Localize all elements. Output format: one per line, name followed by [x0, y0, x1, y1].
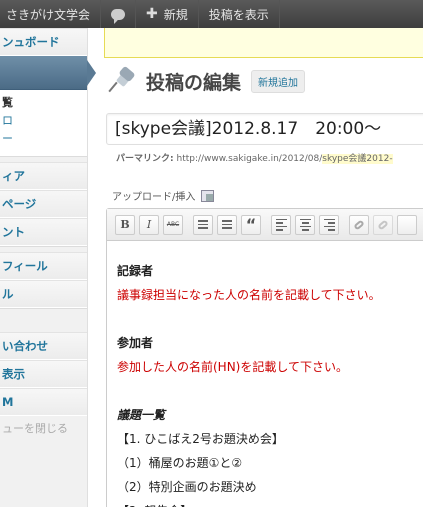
- unlink-icon: [377, 218, 389, 231]
- bullet-list-button[interactable]: [193, 214, 213, 235]
- plus-icon: ✚: [146, 6, 158, 22]
- italic-button[interactable]: I: [139, 214, 159, 235]
- permalink-slug[interactable]: skype会議2012-: [322, 154, 393, 164]
- recorder-instruction: 議事録担当になった人の名前を記載して下さい。: [117, 288, 381, 302]
- page-heading: 投稿の編集 新規追加: [108, 65, 306, 96]
- permalink-url[interactable]: http://www.sakigake.in/2012/08/: [176, 154, 322, 164]
- more-button[interactable]: [397, 214, 417, 235]
- post-editor: B I ABC “ 記録者 議事録担当になった人の名前を記載して下さい。 参加者…: [106, 208, 423, 507]
- agenda-item-1: 【1. ひこばえ2号お題決め会】: [117, 432, 284, 446]
- add-media-icon[interactable]: [201, 189, 215, 202]
- align-center-button[interactable]: [295, 214, 315, 235]
- sidebar-item-comments[interactable]: ント: [0, 218, 87, 246]
- numbered-list-icon: [222, 220, 232, 229]
- align-left-icon: [275, 218, 287, 231]
- sidebar-item-posts[interactable]: [0, 56, 96, 90]
- unlink-button[interactable]: [373, 214, 393, 235]
- blockquote-button[interactable]: “: [241, 214, 261, 235]
- numbered-list-button[interactable]: [217, 214, 237, 235]
- view-post-label: 投稿を表示: [208, 7, 269, 22]
- strikethrough-button[interactable]: ABC: [163, 214, 183, 235]
- upload-insert-label: アップロード/挿入: [112, 192, 196, 203]
- posts-submenu: 覧 ロ ー: [0, 90, 87, 156]
- link-icon: [353, 218, 365, 231]
- sidebar-item-dashboard[interactable]: ンュボード: [0, 28, 87, 56]
- agenda-subitem-2: （2）特別企画のお題決め: [117, 480, 257, 494]
- submenu-item-all-posts[interactable]: 覧: [0, 94, 87, 112]
- notice-banner: [104, 28, 423, 58]
- agenda-subitem-1: （1）桶屋のお題①と②: [117, 456, 243, 470]
- align-right-icon: [323, 218, 335, 231]
- comment-bubble-icon: [111, 8, 126, 24]
- upload-insert-row: アップロード/挿入: [112, 188, 215, 203]
- participants-instruction: 参加した人の名前(HN)を記載して下さい。: [117, 360, 349, 374]
- view-post-button[interactable]: 投稿を表示: [199, 0, 280, 28]
- comments-button[interactable]: [101, 0, 137, 28]
- sidebar-item-contact[interactable]: い合わせ: [0, 332, 87, 360]
- sidebar-item-m[interactable]: M: [0, 388, 87, 416]
- sidebar-item-pages[interactable]: ページ: [0, 190, 87, 218]
- menu-separator: [0, 308, 87, 332]
- sidebar-item-profile[interactable]: フィール: [0, 252, 87, 280]
- collapse-menu-button[interactable]: ューを閉じる: [0, 416, 87, 442]
- bullet-list-icon: [198, 220, 208, 229]
- recorder-heading: 記録者: [117, 264, 154, 278]
- site-name-link[interactable]: さきがけ文学会: [0, 0, 102, 28]
- post-title-input[interactable]: [skype会議]2012.8.17 20:00〜: [106, 113, 423, 145]
- agenda-heading: 議題一覧: [117, 408, 166, 422]
- bold-button[interactable]: B: [115, 214, 135, 235]
- submenu-item-1[interactable]: ロ: [0, 112, 87, 130]
- add-new-button[interactable]: 新規追加: [251, 69, 306, 93]
- permalink-label: パーマリンク:: [116, 154, 174, 164]
- align-right-button[interactable]: [319, 214, 339, 235]
- editor-toolbar: B I ABC “: [107, 209, 423, 241]
- page-title: 投稿の編集: [146, 71, 242, 94]
- permalink: パーマリンク: http://www.sakigake.in/2012/08/s…: [116, 151, 393, 164]
- agenda-item-2: 【2. 報告会】: [117, 499, 423, 507]
- editor-content[interactable]: 記録者 議事録担当になった人の名前を記載して下さい。 参加者 参加した人の名前(…: [107, 241, 423, 507]
- pushpin-icon: [108, 65, 138, 96]
- participants-heading: 参加者: [117, 336, 154, 350]
- submenu-item-2[interactable]: ー: [0, 130, 87, 148]
- new-label: 新規: [163, 7, 188, 22]
- sidebar-item-display[interactable]: 表示: [0, 360, 87, 388]
- sidebar-item-media[interactable]: ィア: [0, 162, 87, 190]
- sidebar-item-tools[interactable]: ル: [0, 280, 87, 308]
- site-name: さきがけ文学会: [6, 7, 91, 22]
- new-content-button[interactable]: ✚ 新規: [136, 0, 199, 28]
- align-left-button[interactable]: [271, 214, 291, 235]
- admin-bar: さきがけ文学会 ✚ 新規 投稿を表示: [0, 0, 423, 28]
- insert-link-button[interactable]: [349, 214, 369, 235]
- admin-sidebar: ンュボード 覧 ロ ー ィア ページ ント フィール ル い合わせ 表示 M ュ…: [0, 28, 96, 507]
- align-center-icon: [299, 218, 311, 231]
